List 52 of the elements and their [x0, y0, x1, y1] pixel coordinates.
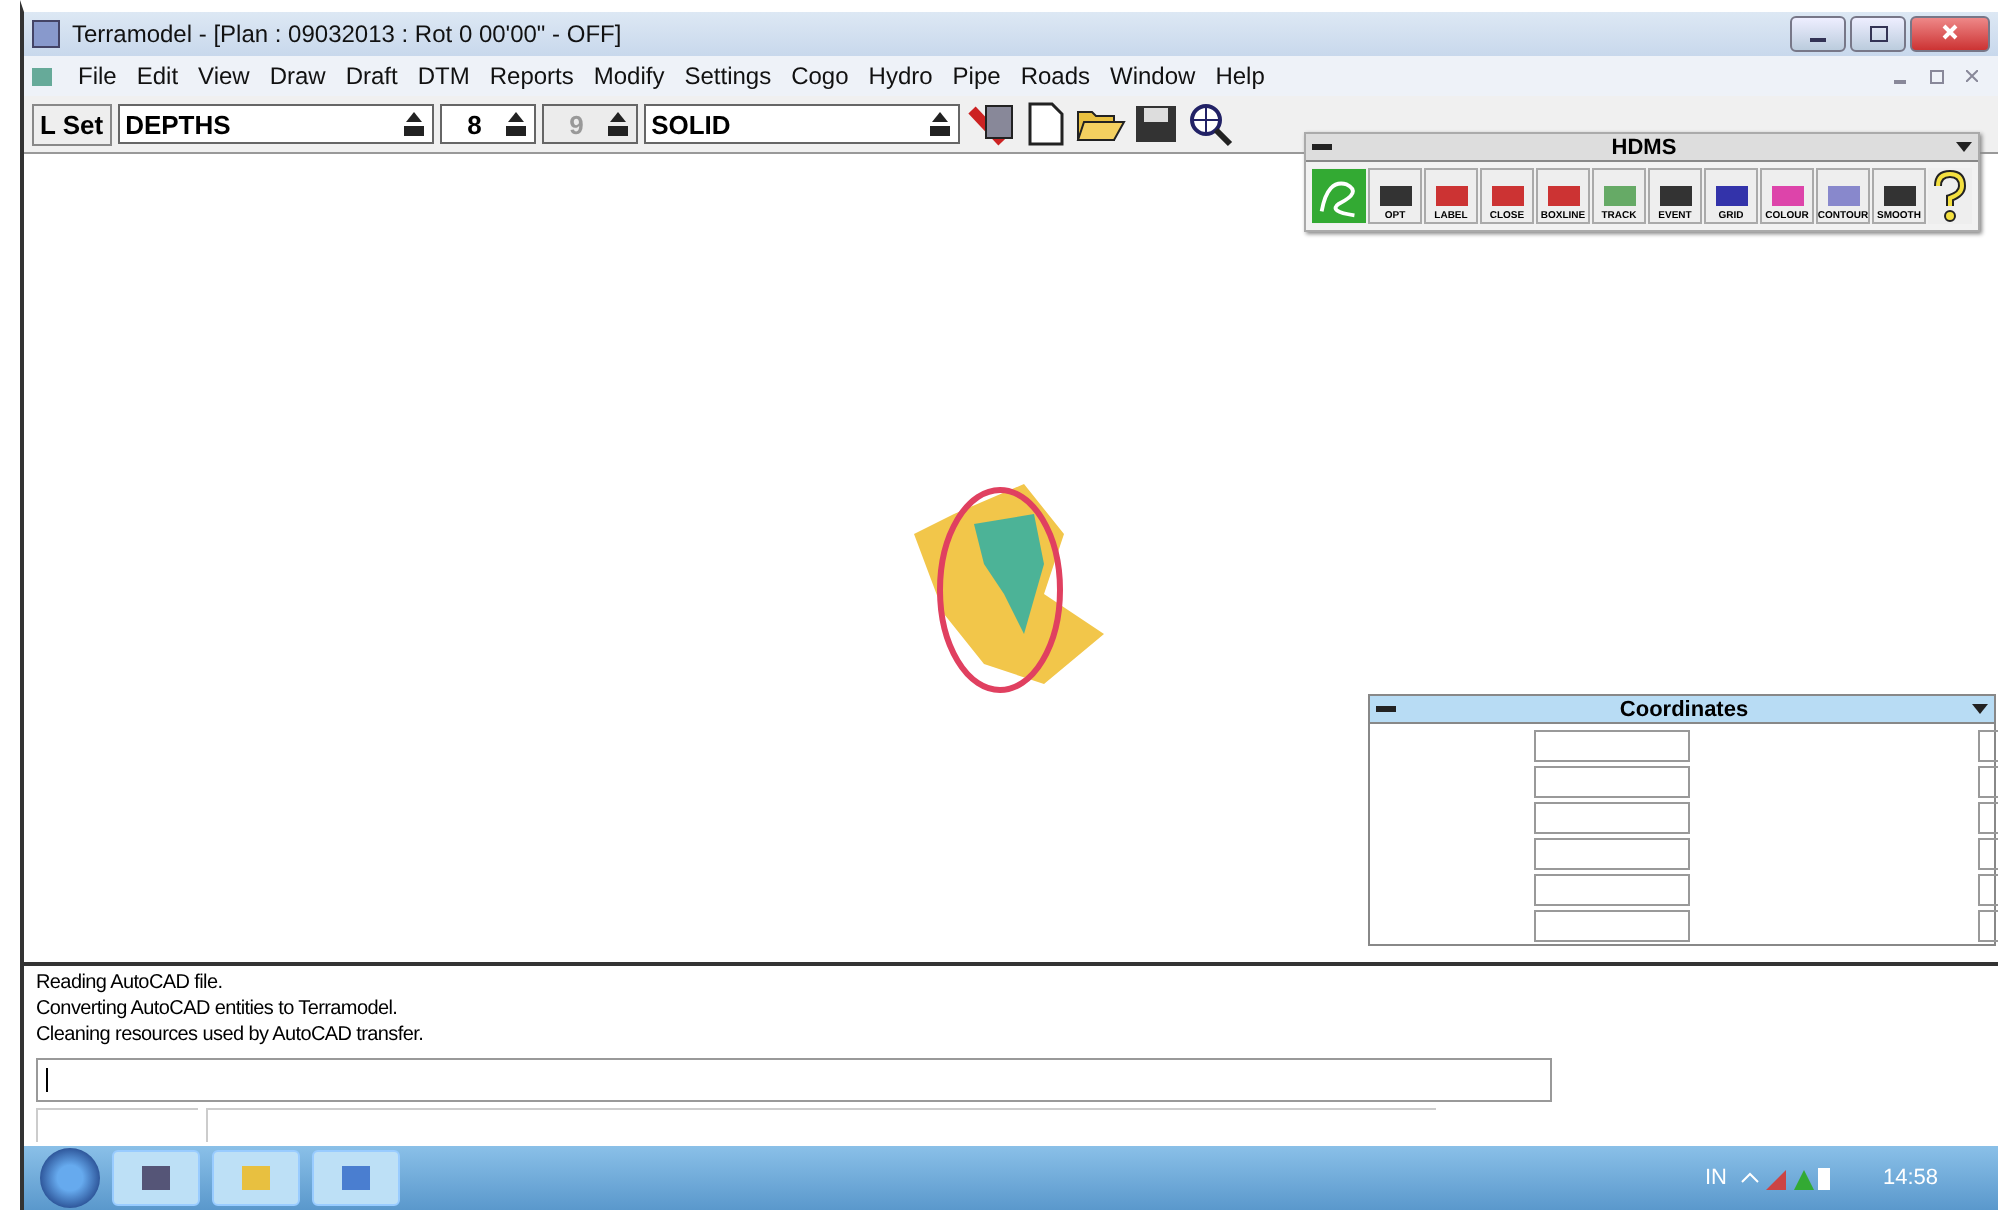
coordinate-field[interactable] — [1534, 766, 1690, 798]
coordinate-field[interactable] — [1534, 730, 1690, 762]
spinner-icon[interactable] — [401, 110, 426, 138]
taskbar-app-icon[interactable] — [312, 1150, 400, 1206]
document-icon — [32, 67, 52, 85]
help-icon[interactable] — [1928, 168, 1972, 224]
command-input[interactable] — [36, 1058, 1552, 1102]
restore-button[interactable] — [1850, 16, 1906, 52]
dropdown-field[interactable]: 8 — [439, 104, 536, 144]
menu-item[interactable]: Edit — [126, 62, 189, 90]
app-icon — [32, 20, 60, 48]
menu-item[interactable]: Draw — [259, 62, 336, 90]
menu-item[interactable]: Help — [1205, 62, 1275, 90]
menu-item[interactable]: Draft — [335, 62, 408, 90]
close-icon[interactable] — [1966, 70, 1978, 82]
dropdown-field[interactable]: SOLID — [643, 104, 960, 144]
menu-item[interactable]: Roads — [1010, 62, 1101, 90]
coordinate-field[interactable] — [1534, 910, 1690, 942]
start-button[interactable] — [40, 1148, 100, 1208]
coordinate-field[interactable] — [1534, 802, 1690, 834]
menu-item[interactable]: Hydro — [858, 62, 943, 90]
spinner-icon[interactable] — [503, 110, 528, 138]
minimize-button[interactable] — [1790, 16, 1846, 52]
layer-set-button[interactable]: L Set — [32, 103, 112, 145]
menu-item[interactable]: Reports — [479, 62, 584, 90]
menu-item[interactable]: View — [188, 62, 260, 90]
menu-item[interactable]: Pipe — [942, 62, 1011, 90]
panel-title: Coordinates — [1617, 697, 1751, 721]
menu-item[interactable]: DTM — [407, 62, 480, 90]
menu-item[interactable]: Window — [1100, 62, 1206, 90]
menu-item[interactable]: Cogo — [781, 62, 859, 90]
taskbar-app-icon[interactable] — [112, 1150, 200, 1206]
tray-icons-drawing[interactable] — [1738, 1162, 1831, 1194]
message-line: Cleaning resources used by AutoCAD transfer. — [36, 1022, 426, 1048]
menu-item[interactable]: Modify — [583, 62, 675, 90]
close-button[interactable] — [1910, 16, 1990, 52]
dropdown-field[interactable]: DEPTHS — [117, 104, 434, 144]
dropdown-icon[interactable] — [1972, 704, 1988, 714]
spinner-icon[interactable] — [927, 110, 952, 138]
menu-item[interactable]: File — [68, 62, 127, 90]
palette-title: HDMS — [1609, 135, 1679, 159]
zoom-icon[interactable] — [1185, 100, 1234, 148]
menu-item[interactable]: Settings — [674, 62, 782, 90]
coordinate-field[interactable] — [1534, 874, 1690, 906]
window-title: Terramodel - [Plan : 09032013 : Rot 0 00'00" - OFF] — [72, 20, 622, 48]
message-line: Reading AutoCAD file. — [36, 970, 225, 996]
track-map-icon[interactable] — [1312, 168, 1366, 224]
new-file-icon[interactable] — [1023, 100, 1068, 148]
coordinate-field[interactable] — [1534, 838, 1690, 870]
message-line: Converting AutoCAD entities to Terramodel. — [36, 996, 400, 1022]
save-icon[interactable] — [1131, 102, 1180, 146]
layers-icon[interactable] — [965, 102, 1018, 146]
